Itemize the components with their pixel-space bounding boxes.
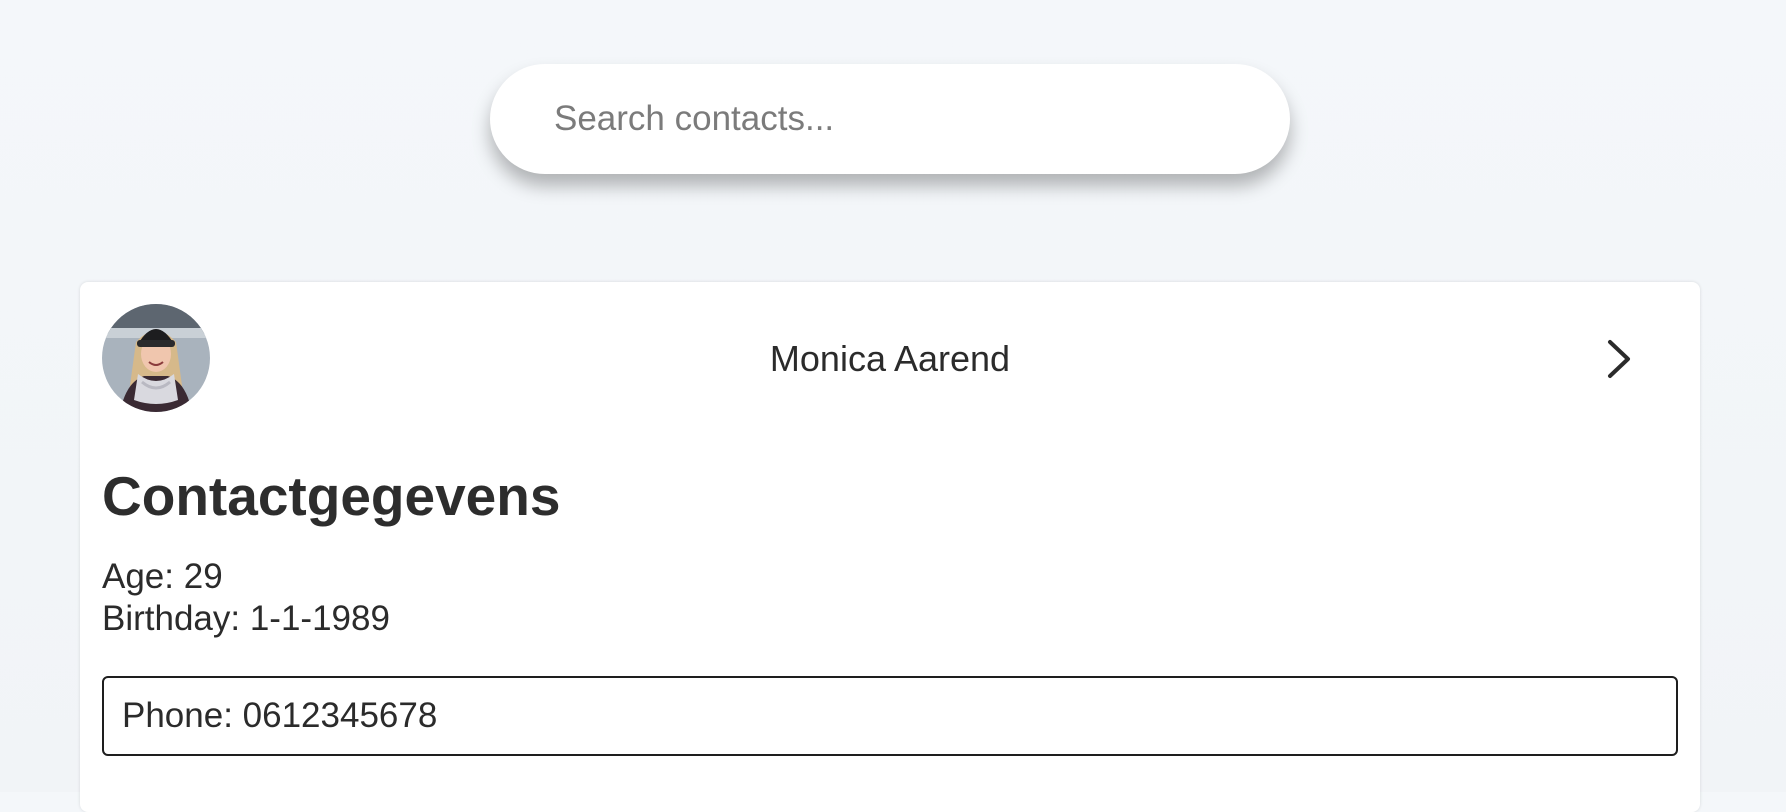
search-bar[interactable] <box>490 64 1290 174</box>
search-input[interactable] <box>490 64 1290 174</box>
contact-card-header[interactable]: Monica Aarend <box>80 282 1700 412</box>
contact-card: Monica Aarend Contactgegevens Age: 29 Bi… <box>80 282 1700 812</box>
chevron-right-icon[interactable] <box>1600 334 1640 384</box>
phone-text: Phone: 0612345678 <box>122 696 438 735</box>
birthday-text: Birthday: 1-1-1989 <box>102 599 390 638</box>
contact-details: Age: 29 Birthday: 1-1-1989 <box>102 556 390 640</box>
section-title: Contactgegevens <box>102 465 561 527</box>
phone-field[interactable]: Phone: 0612345678 <box>102 676 1678 756</box>
age-text: Age: 29 <box>102 557 223 596</box>
contact-name: Monica Aarend <box>769 338 1011 379</box>
